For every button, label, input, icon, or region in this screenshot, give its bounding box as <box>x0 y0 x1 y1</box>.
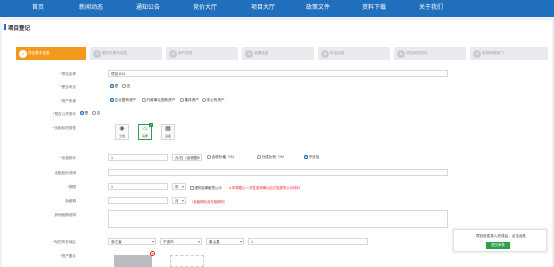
step-label: 委托方基本信息 <box>102 51 128 55</box>
period-label: *期限 <box>67 185 76 189</box>
target-equipment-card[interactable]: ▦ 设备 <box>161 124 175 140</box>
asset-source-admin-radio[interactable]: 行政事业国有资产 <box>142 98 175 103</box>
step-3[interactable]: 3 资产信息 <box>166 47 238 60</box>
step-4[interactable]: 4 披露信息 <box>242 47 314 60</box>
nav-project-hall[interactable]: 项目大厅 <box>243 0 283 17</box>
section-title: 项目登记 <box>3 24 31 32</box>
nav-notice[interactable]: 通知公告 <box>128 0 168 17</box>
project-name-input[interactable]: 项目1111 <box>108 70 448 77</box>
popup-text: 项目信息录入完成后，点击此处 <box>475 234 527 238</box>
step-number: 5 <box>321 49 329 58</box>
step-label: 项目基本信息 <box>28 51 50 55</box>
step-5[interactable]: 5 拆估信息 <box>318 47 390 60</box>
nav-home[interactable]: 首页 <box>18 0 58 17</box>
nav-bidding-hall[interactable]: 竞价大厅 <box>185 0 225 17</box>
rent-unit-select[interactable]: 元/日（含税额） <box>172 154 202 161</box>
free-period-input[interactable] <box>108 197 168 204</box>
asset-source-private-radio[interactable]: 非公有资产 <box>202 98 225 103</box>
rent-price-input[interactable]: 1 <box>108 154 168 161</box>
public-bid-no-radio[interactable]: 否 <box>92 111 100 116</box>
step-number: 3 <box>169 49 177 58</box>
other-remark-label: 其他租期说明 <box>54 213 76 217</box>
judicial-no-radio[interactable]: 否 <box>122 84 130 89</box>
equipment-icon: ▦ <box>165 126 171 132</box>
step-7[interactable]: 7 选择审核部门 <box>470 47 548 60</box>
other-remark-textarea[interactable] <box>108 210 448 228</box>
judicial-label: *是否司法 <box>60 85 76 89</box>
target-type-label: *出租标的类型 <box>53 126 76 130</box>
target-land-card[interactable]: ◉ 土地 <box>115 124 129 140</box>
upload-image-button[interactable] <box>170 255 204 267</box>
city-select[interactable]: 宁波市 <box>160 238 202 245</box>
period-warning: ● 年期限以一次性或请确认后方能提供公示材料 <box>229 186 300 190</box>
step-1[interactable]: 1 项目基本信息 <box>16 47 86 60</box>
period-unit-select[interactable]: 年 <box>172 183 186 190</box>
step-progress: 1 项目基本信息 2 委托方基本信息 3 资产信息 4 披露信息 5 拆估信息 6 项目相关… <box>16 47 548 60</box>
free-period-unit-select[interactable]: 月 <box>172 197 186 204</box>
check-icon: ✓ <box>149 123 153 127</box>
step-number: 4 <box>245 49 253 58</box>
asset-source-collective-radio[interactable]: 集体资产 <box>180 98 199 103</box>
district-select[interactable]: 象山县 <box>206 238 244 245</box>
step-2[interactable]: 2 委托方基本信息 <box>90 47 162 60</box>
submit-review-button[interactable]: 提交审核 <box>486 242 510 249</box>
mode-share-radio[interactable]: 分成比例（%） <box>257 155 286 160</box>
extension-checkbox[interactable]: 提供延期租赁公示 <box>190 185 222 190</box>
step-label: 选择审核部门 <box>482 51 504 55</box>
province-select[interactable]: 浙江省 <box>108 238 156 245</box>
step-label: 披露信息 <box>254 51 269 55</box>
project-name-label: *项目名称 <box>60 72 76 76</box>
step-label: 项目相关附件 <box>406 51 428 55</box>
nav-news[interactable]: 新闻动态 <box>71 0 111 17</box>
free-period-label: 免租期 <box>65 199 76 203</box>
rent-remark-input[interactable] <box>108 169 448 176</box>
remove-image-icon[interactable]: × <box>150 251 155 256</box>
location-label: *标的所在地区 <box>53 240 76 244</box>
rent-price-label: *出租底价 <box>60 156 76 160</box>
step-number: 6 <box>397 49 405 58</box>
step-number: 2 <box>93 49 101 58</box>
land-icon: ◉ <box>119 126 125 132</box>
judicial-yes-radio[interactable]: 是 <box>110 84 118 89</box>
asset-source-label: *资产来源 <box>60 99 76 103</box>
step-6[interactable]: 6 项目相关附件 <box>394 47 466 60</box>
mode-none-radio[interactable]: 不涉及 <box>304 155 319 160</box>
nav-about[interactable]: 关于我们 <box>411 0 451 17</box>
rent-remark-label: 出租底价说明 <box>54 171 76 175</box>
public-bid-yes-radio[interactable]: 是 <box>80 111 88 116</box>
submit-hint-popup: 项目信息录入完成后，点击此处 提交审核 <box>453 229 547 252</box>
address-detail-input[interactable]: 1 <box>248 238 368 245</box>
step-number: 1 <box>19 49 27 58</box>
nav-policy[interactable]: 政策文件 <box>298 0 338 17</box>
asset-source-soe-radio[interactable]: 企业国有资产 <box>110 98 136 103</box>
step-number: 7 <box>473 49 481 58</box>
period-input[interactable]: 1 <box>108 183 168 190</box>
free-period-hint: （免租期包含在租期内） <box>190 200 228 204</box>
target-house-card[interactable]: ✓ ⌂ 房屋 <box>138 123 153 140</box>
step-label: 资产信息 <box>178 51 193 55</box>
asset-image-thumbnail[interactable] <box>114 255 152 267</box>
nav-downloads[interactable]: 资料下载 <box>354 0 394 17</box>
mode-tax-radio[interactable]: 含税价格（%） <box>207 155 236 160</box>
asset-images-label: *资产图片 <box>60 254 76 258</box>
public-bid-label: *是否公开竞价 <box>53 112 76 116</box>
top-nav-bar: 首页 新闻动态 通知公告 竞价大厅 项目大厅 政策文件 资料下载 关于我们 <box>0 0 554 17</box>
step-label: 拆估信息 <box>330 51 345 55</box>
